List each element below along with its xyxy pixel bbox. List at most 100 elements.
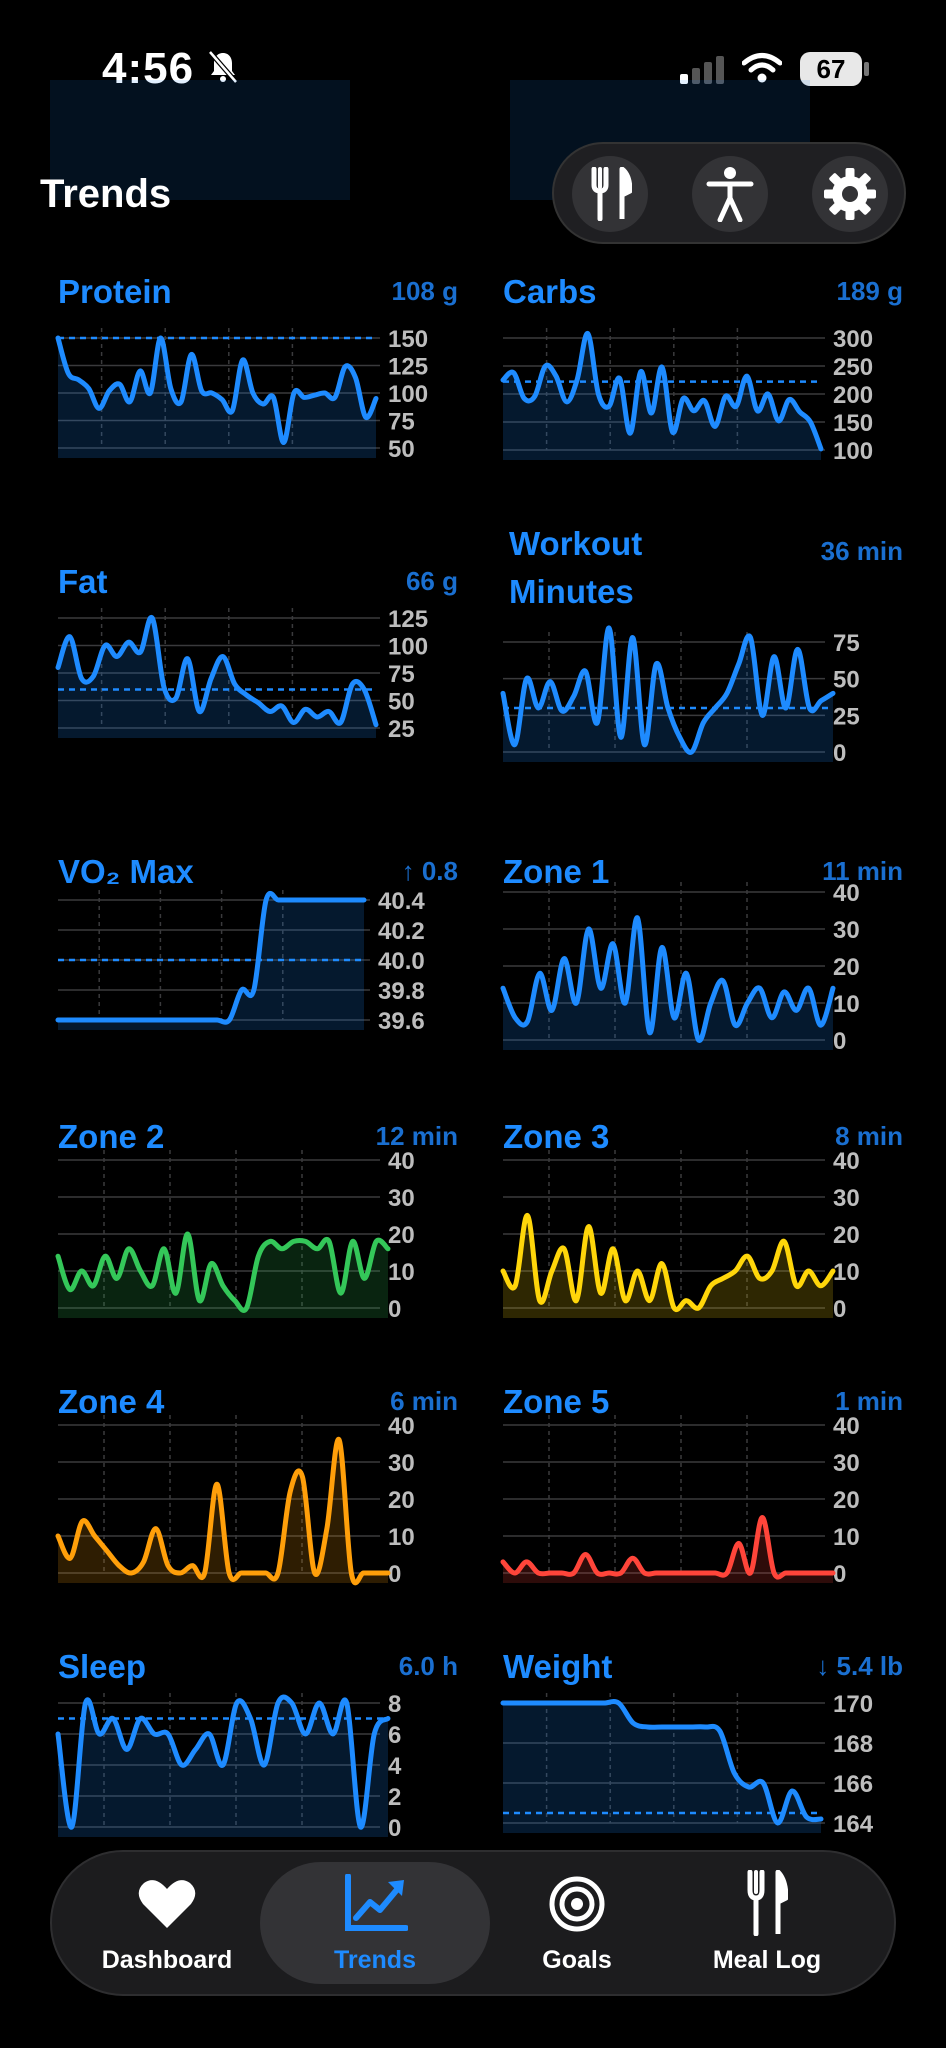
card-sleep[interactable]: Sleep 6.0 h86420 [55,1645,458,1855]
y-tick-label: 40 [388,1148,415,1175]
y-tick-label: 75 [388,409,415,436]
y-tick-label: 30 [388,1185,415,1212]
tab-bar: Dashboard Trends Goals Meal Log [50,1850,896,1996]
y-tick-label: 125 [388,606,428,633]
y-tick-label: 75 [388,661,415,688]
trend-chart: 8 6 4 2 0 [55,1691,402,1842]
y-tick-label: 8 [388,1691,401,1718]
card-fat[interactable]: Fat 66 g 125 100 75 50 25 [55,560,458,770]
tab-label-goals: Goals [542,1946,612,1974]
chart-icon [345,1874,408,1931]
chart-area-fill [503,333,821,460]
y-tick-label: 150 [388,326,428,353]
y-tick-label: 20 [388,1222,415,1249]
y-tick-label: 25 [833,703,860,730]
y-tick-label: 166 [833,1771,873,1798]
target-icon [549,1876,605,1932]
trend-chart: 1501251007550 [55,326,428,463]
fork-knife-icon [591,167,632,221]
card-zone-1[interactable]: Zone 1 11 min 40 30 20 10 0 [500,850,903,1060]
chart-area-fill [58,617,376,738]
card-zone-3[interactable]: Zone 38 min 40 30 20 10 0 [500,1115,903,1325]
y-tick-label: 10 [388,1524,415,1551]
trend-chart: 40 30 20 10 0 [500,1413,860,1588]
y-tick-label: 40 [833,1413,860,1440]
tab-label-meal-log: Meal Log [712,1946,822,1974]
trend-chart: 170 168 166 164 [500,1691,874,1838]
y-tick-label: 0 [388,1561,401,1588]
y-tick-label: 0 [833,1028,846,1055]
heart-icon [138,1880,196,1928]
y-tick-label: 0 [833,740,846,767]
tab-dashboard[interactable]: Dashboard [82,1852,252,1994]
y-tick-label: 100 [388,634,428,661]
y-tick-label: 250 [833,354,873,381]
trend-chart: 40 30 20 10 0 [55,1148,415,1323]
y-tick-label: 40 [833,1148,860,1175]
y-tick-label: 150 [833,410,873,437]
tab-label-dashboard: Dashboard [101,1946,233,1974]
y-tick-label: 50 [388,689,415,716]
y-tick-label: 20 [833,954,860,981]
y-tick-label: 164 [833,1811,874,1838]
y-tick-label: 25 [388,716,415,743]
card-zone-5[interactable]: Zone 51 min 40 30 20 10 0 [500,1380,903,1590]
y-tick-label: 39.6 [378,1008,425,1035]
fork-knife-icon [747,1870,788,1936]
header-toolbar [552,142,906,244]
card-weight[interactable]: Weight ↓ 5.4 lb 170 168 166 164 [500,1645,903,1855]
trend-chart: 300250200150100 [500,326,873,465]
y-tick-label: 40 [388,1413,415,1440]
y-tick-label: 30 [833,1185,860,1212]
y-tick-label: 30 [388,1450,415,1477]
meal-button[interactable] [572,156,648,232]
y-tick-label: 50 [833,667,860,694]
y-tick-label: 40.2 [378,918,425,945]
y-tick-label: 300 [833,326,873,353]
y-tick-label: 50 [388,436,415,463]
y-tick-label: 0 [388,1815,401,1842]
y-tick-label: 0 [388,1296,401,1323]
tab-trends[interactable]: Trends [260,1852,490,1994]
tab-label-trends: Trends [334,1946,416,1974]
y-tick-label: 10 [833,1259,860,1286]
chart-area-fill [58,893,364,1030]
trend-chart: 40 30 20 10 0 [55,1413,415,1588]
y-tick-label: 168 [833,1731,873,1758]
card-zone-2[interactable]: Zone 2 12 min 40 30 20 10 0 [55,1115,458,1325]
y-tick-label: 40 [833,880,860,907]
card-protein[interactable]: Protein 108 g 150 125 100 75 50 [55,270,458,480]
settings-button[interactable] [812,156,888,232]
card-carbs[interactable]: Carbs 189 g 300 250 200 150 100 [500,270,903,480]
trend-chart: 40.4 40.2 40.0 39.8 39.6 [55,888,425,1035]
y-tick-label: 39.8 [378,978,425,1005]
tab-meal-log[interactable]: Meal Log [682,1852,852,1994]
y-tick-label: 30 [833,917,860,944]
y-tick-label: 10 [833,991,860,1018]
y-tick-label: 10 [388,1259,415,1286]
y-tick-label: 75 [833,630,860,657]
trend-chart: 125100755025 [55,606,428,743]
y-tick-label: 4 [388,1753,402,1780]
y-tick-label: 100 [833,438,873,465]
y-tick-label: 10 [833,1524,860,1551]
card-vo-max[interactable]: VO₂ Max ↑ 0.8 40.4 40.2 40.0 39.8 39.6 [55,850,458,1060]
y-tick-label: 40.0 [378,948,425,975]
accessibility-button[interactable] [692,156,768,232]
y-tick-label: 6 [388,1722,401,1749]
card-workout-minutes[interactable]: Workout Minutes 36 min 75 50 25 0 [500,525,903,767]
series-line [500,1515,836,1580]
trend-chart: 40 30 20 10 0 [500,1148,860,1323]
trend-chart: 40 30 20 10 0 [500,880,860,1055]
page-title: Trends [40,172,172,216]
y-tick-label: 20 [833,1487,860,1514]
trend-chart: 75 50 25 0 [500,625,860,767]
y-tick-label: 30 [833,1450,860,1477]
tab-goals[interactable]: Goals [492,1852,662,1994]
gear-icon [824,168,876,220]
y-tick-label: 200 [833,382,873,409]
y-tick-label: 170 [833,1691,873,1718]
y-tick-label: 100 [388,381,428,408]
y-tick-label: 0 [833,1561,846,1588]
card-zone-4[interactable]: Zone 46 min 40 30 20 10 0 [55,1380,458,1590]
